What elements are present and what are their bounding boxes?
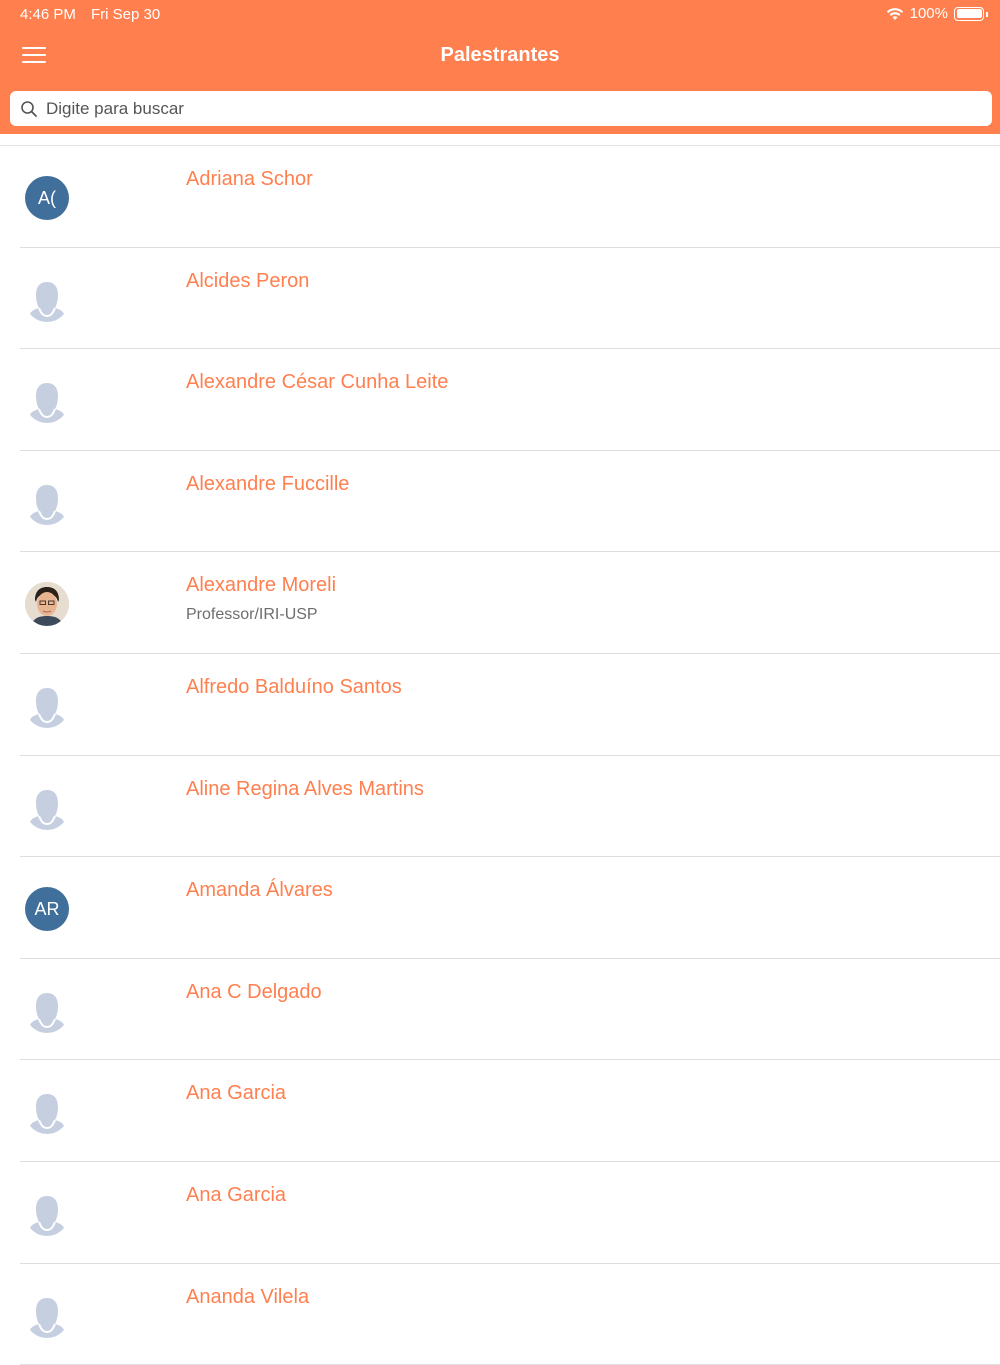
avatar-placeholder: [25, 989, 69, 1033]
speaker-row[interactable]: Ana Garcia: [20, 1060, 1000, 1162]
status-time: 4:46 PM: [20, 6, 76, 23]
speaker-name: Aline Regina Alves Martins: [186, 777, 424, 800]
search-icon: [21, 101, 37, 117]
avatar-placeholder: [25, 1090, 69, 1135]
speaker-name: Alfredo Balduíno Santos: [186, 675, 402, 698]
speaker-name: Alexandre Moreli: [186, 574, 337, 597]
person-placeholder-icon: [30, 1297, 64, 1338]
person-placeholder-icon: [30, 789, 64, 830]
speaker-name: Ana Garcia: [186, 1082, 287, 1105]
avatar-placeholder: [25, 684, 69, 728]
speaker-name: Amanda Álvares: [186, 879, 333, 902]
speaker-name: Alexandre Fuccille: [186, 472, 350, 495]
speaker-row[interactable]: Ana C Delgado: [20, 959, 1000, 1061]
app-header: 4:46 PM Fri Sep 30 100% Palestrantes: [0, 0, 1000, 134]
speaker-name: Ana Garcia: [186, 1183, 287, 1206]
speaker-row[interactable]: Ana Garcia: [20, 1162, 1000, 1264]
status-bar: 4:46 PM Fri Sep 30 100%: [0, 0, 1000, 30]
speaker-row[interactable]: Alexandre Moreli Professor/IRI-USP: [20, 552, 1000, 654]
speaker-name: Adriana Schor: [186, 168, 313, 190]
avatar-initials: A(: [25, 176, 69, 220]
speaker-name: Alcides Peron: [186, 269, 310, 292]
speaker-row[interactable]: Alcides Peron: [20, 248, 1000, 350]
wifi-icon: [886, 7, 903, 20]
avatar-placeholder: [25, 1294, 69, 1338]
person-placeholder-icon: [30, 1195, 64, 1236]
person-placeholder-icon: [30, 484, 64, 525]
avatar-placeholder: [25, 1192, 69, 1236]
person-placeholder-icon: [30, 992, 64, 1033]
person-placeholder-icon: [30, 687, 64, 728]
search-input[interactable]: [46, 91, 976, 126]
speaker-row[interactable]: Alexandre César Cunha Leite: [20, 349, 1000, 451]
speaker-row[interactable]: AR Amanda Álvares: [20, 857, 1000, 959]
speaker-row[interactable]: Alfredo Balduíno Santos: [20, 654, 1000, 756]
person-placeholder-icon: [30, 1094, 64, 1135]
avatar-placeholder: [25, 481, 69, 525]
speaker-row[interactable]: Ananda Vilela: [20, 1264, 1000, 1365]
avatar-placeholder: [25, 786, 69, 830]
speaker-row[interactable]: A( Adriana Schor: [20, 146, 1000, 248]
speaker-name: Ana C Delgado: [186, 980, 322, 1003]
avatar-initials: AR: [25, 887, 69, 932]
avatar-placeholder: [25, 278, 69, 322]
person-placeholder-icon: [30, 281, 64, 322]
speaker-affiliation: Professor/IRI-USP: [186, 606, 318, 624]
speaker-list: A( Adriana Schor Alcides Peron Alexandre Cé…: [0, 145, 1000, 1365]
speaker-row[interactable]: Aline Regina Alves Martins: [20, 756, 1000, 858]
page-title: Palestrantes: [440, 44, 560, 66]
battery-icon: [954, 6, 988, 21]
search-bar[interactable]: [10, 91, 992, 126]
person-placeholder-icon: [30, 383, 64, 424]
speaker-row[interactable]: Alexandre Fuccille: [20, 451, 1000, 553]
avatar-placeholder: [25, 379, 69, 424]
speaker-name: Alexandre César Cunha Leite: [186, 371, 449, 394]
speaker-name: Ananda Vilela: [186, 1285, 310, 1308]
status-indicators: 100%: [886, 5, 988, 22]
status-date: Fri Sep 30: [91, 6, 161, 23]
avatar-photo: [25, 582, 69, 627]
speaker-photo: [25, 582, 69, 627]
battery-percent: 100%: [909, 5, 948, 22]
